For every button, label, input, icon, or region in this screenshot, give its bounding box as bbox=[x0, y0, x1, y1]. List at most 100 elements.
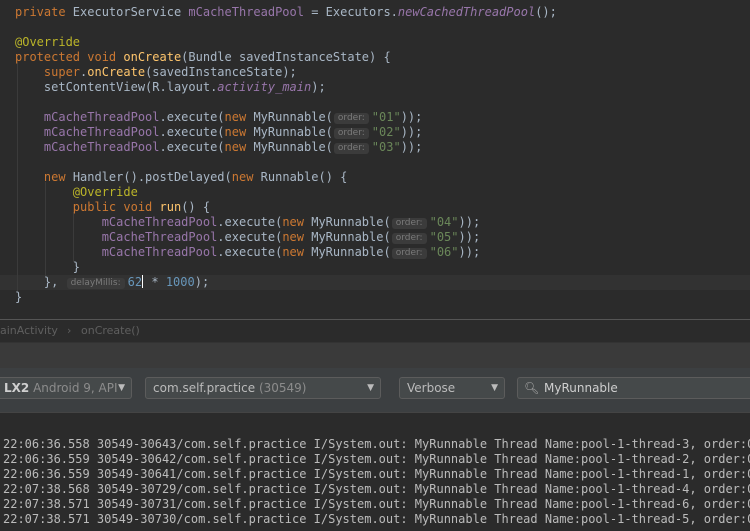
text-caret bbox=[142, 275, 144, 288]
code-token: .execute( bbox=[159, 140, 225, 154]
code-line[interactable]: mCacheThreadPool.execute(new MyRunnable(… bbox=[15, 245, 480, 260]
code-token: ExecutorService bbox=[72, 5, 189, 19]
code-token: activity_main bbox=[217, 80, 312, 94]
code-token: public void bbox=[72, 200, 160, 214]
code-token: Handler().postDelayed( bbox=[72, 170, 232, 184]
parameter-hint: order: bbox=[391, 233, 427, 244]
code-token: "06" bbox=[429, 245, 459, 259]
code-line[interactable]: mCacheThreadPool.execute(new MyRunnable(… bbox=[15, 215, 480, 230]
log-line[interactable]: 22:06:36.559 30549-30641/com.self.practi… bbox=[3, 467, 750, 482]
code-token: protected void bbox=[15, 50, 124, 64]
code-token: new bbox=[224, 140, 254, 154]
log-line[interactable]: 22:07:38.568 30549-30729/com.self.practi… bbox=[3, 482, 750, 497]
code-token: .execute( bbox=[159, 125, 225, 139]
process-name: com.self.practice bbox=[153, 381, 256, 395]
code-token: )); bbox=[400, 140, 423, 154]
code-line[interactable]: } bbox=[15, 290, 22, 305]
code-token: )); bbox=[458, 245, 481, 259]
code-token: = Executors. bbox=[303, 5, 398, 19]
code-token: mCacheThreadPool bbox=[101, 245, 218, 259]
parameter-hint: order: bbox=[333, 128, 369, 139]
code-line[interactable]: new Handler().postDelayed(new Runnable()… bbox=[15, 170, 347, 185]
log-line[interactable]: 22:06:36.558 30549-30643/com.self.practi… bbox=[3, 437, 750, 452]
log-line[interactable]: 22:07:38.571 30549-30730/com.self.practi… bbox=[3, 512, 750, 527]
breadcrumb-separator: › bbox=[67, 324, 72, 337]
code-token: )); bbox=[400, 110, 423, 124]
breadcrumb: ainActivity › onCreate() bbox=[0, 319, 750, 342]
code-line[interactable]: mCacheThreadPool.execute(new MyRunnable(… bbox=[15, 140, 422, 155]
code-line[interactable]: @Override bbox=[15, 185, 138, 200]
breadcrumb-class[interactable]: ainActivity bbox=[0, 324, 58, 337]
code-token: }, bbox=[15, 275, 66, 289]
process-pid: (30549) bbox=[258, 381, 307, 395]
log-level-dropdown[interactable]: Verbose ▼ bbox=[399, 377, 505, 399]
code-token: )); bbox=[400, 125, 423, 139]
device-detail: Android 9, API bbox=[33, 381, 118, 395]
code-token: @Override bbox=[72, 185, 138, 199]
search-input[interactable] bbox=[544, 379, 744, 397]
code-token: mCacheThreadPool bbox=[43, 140, 160, 154]
code-token: .execute( bbox=[217, 245, 283, 259]
device-name: LX2 bbox=[4, 381, 30, 395]
code-token: onCreate bbox=[87, 65, 146, 79]
code-token: "04" bbox=[429, 215, 459, 229]
code-token: 62 bbox=[127, 275, 143, 289]
code-token: private bbox=[15, 5, 73, 19]
device-dropdown[interactable]: LX2 Android 9, API ▼ bbox=[0, 377, 132, 399]
code-token: MyRunnable( bbox=[253, 140, 333, 154]
log-line[interactable]: 22:06:36.559 30549-30642/com.self.practi… bbox=[3, 452, 750, 467]
code-token: new bbox=[224, 110, 254, 124]
code-token: Runnable() { bbox=[260, 170, 348, 184]
code-token: * bbox=[144, 275, 166, 289]
code-token: onCreate bbox=[123, 50, 182, 64]
code-line[interactable]: mCacheThreadPool.execute(new MyRunnable(… bbox=[15, 230, 480, 245]
code-token: MyRunnable( bbox=[311, 230, 391, 244]
code-line[interactable]: setContentView(R.layout.activity_main); bbox=[15, 80, 326, 95]
code-token: (); bbox=[535, 5, 557, 19]
log-line[interactable]: 22:07:38.571 30549-30731/com.self.practi… bbox=[3, 497, 750, 512]
code-line[interactable]: super.onCreate(savedInstanceState); bbox=[15, 65, 297, 80]
code-token: () { bbox=[181, 200, 211, 214]
code-token: setContentView(R.layout. bbox=[15, 80, 218, 94]
code-token: } bbox=[15, 260, 81, 274]
code-token: mCacheThreadPool bbox=[188, 5, 304, 19]
log-search-box[interactable]: 🔍︎ bbox=[517, 377, 750, 399]
code-token: ); bbox=[311, 80, 326, 94]
code-token: MyRunnable( bbox=[311, 215, 391, 229]
code-editor[interactable]: private ExecutorService mCacheThreadPool… bbox=[0, 0, 750, 318]
code-token: "05" bbox=[429, 230, 459, 244]
code-line[interactable]: }, delayMillis: 62 * 1000); bbox=[15, 275, 209, 290]
parameter-hint: order: bbox=[333, 143, 369, 154]
code-token: .execute( bbox=[159, 110, 225, 124]
code-line[interactable]: private ExecutorService mCacheThreadPool… bbox=[15, 5, 557, 20]
code-token: )); bbox=[458, 215, 481, 229]
code-line[interactable]: protected void onCreate(Bundle savedInst… bbox=[15, 50, 391, 65]
code-token: MyRunnable( bbox=[311, 245, 391, 259]
code-line[interactable]: @Override bbox=[15, 35, 80, 50]
code-line[interactable]: mCacheThreadPool.execute(new MyRunnable(… bbox=[15, 125, 422, 140]
code-token: mCacheThreadPool bbox=[101, 215, 218, 229]
code-line[interactable]: public void run() { bbox=[15, 200, 210, 215]
code-token: run bbox=[159, 200, 182, 214]
code-token: MyRunnable( bbox=[253, 110, 333, 124]
breadcrumb-method[interactable]: onCreate() bbox=[81, 324, 140, 337]
code-token: MyRunnable( bbox=[253, 125, 333, 139]
parameter-hint: order: bbox=[333, 113, 369, 124]
process-dropdown[interactable]: com.self.practice (30549) ▼ bbox=[145, 377, 381, 399]
code-token: "02" bbox=[371, 125, 401, 139]
log-level-value: Verbose bbox=[407, 381, 456, 395]
code-token: new bbox=[282, 215, 312, 229]
logcat-toolbar: LX2 Android 9, API ▼ com.self.practice (… bbox=[0, 368, 750, 412]
code-line[interactable]: mCacheThreadPool.execute(new MyRunnable(… bbox=[15, 110, 422, 125]
code-line[interactable]: } bbox=[15, 260, 80, 275]
logcat-output[interactable]: 22:06:36.558 30549-30643/com.self.practi… bbox=[0, 412, 750, 531]
code-token: mCacheThreadPool bbox=[43, 125, 160, 139]
search-icon: 🔍︎ bbox=[524, 381, 540, 395]
code-token: mCacheThreadPool bbox=[43, 110, 160, 124]
